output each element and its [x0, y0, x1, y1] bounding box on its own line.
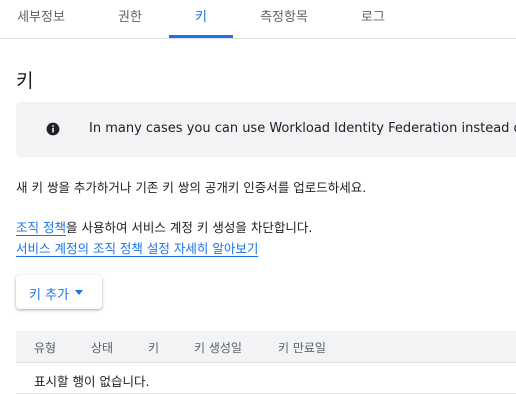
keys-description: 새 키 쌍을 추가하거나 기존 키 쌍의 공개키 인증서를 업로드하세요. [16, 180, 367, 195]
tab-keys[interactable]: 키 [169, 0, 233, 38]
add-key-button[interactable]: 키 추가 [16, 275, 102, 309]
add-key-label: 키 추가 [29, 288, 70, 303]
page-title: 키 [16, 70, 34, 92]
tab-bar: 세부정보 권한 키 측정항목 로그 [0, 0, 516, 39]
caret-down-icon [75, 290, 83, 295]
column-expires[interactable]: 키 만료일 [278, 339, 326, 356]
tab-logs[interactable]: 로그 [354, 0, 392, 38]
policy-text: 을 사용하여 서비스 계정 키 생성을 차단합니다. [65, 220, 313, 235]
column-created[interactable]: 키 생성일 [194, 339, 242, 356]
info-icon [46, 122, 60, 136]
info-banner: In many cases you can use Workload Ident… [16, 102, 516, 157]
keys-table-header: 유형 상태 키 키 생성일 키 만료일 [16, 331, 516, 363]
info-text: In many cases you can use Workload Ident… [89, 121, 516, 136]
tab-permissions[interactable]: 권한 [104, 0, 156, 38]
tab-details[interactable]: 세부정보 [14, 0, 68, 38]
tab-metrics[interactable]: 측정항목 [254, 0, 314, 38]
empty-message: 표시할 행이 없습니다. [34, 374, 150, 389]
column-status[interactable]: 상태 [91, 339, 113, 356]
column-key[interactable]: 키 [148, 339, 159, 356]
learn-more-link[interactable]: 서비스 계정의 조직 정책 설정 자세히 알아보기 [16, 238, 258, 257]
policy-line: 조직 정책을 사용하여 서비스 계정 키 생성을 차단합니다. [16, 217, 312, 236]
active-tab-indicator [169, 35, 233, 38]
org-policy-link[interactable]: 조직 정책 [16, 220, 66, 235]
column-type[interactable]: 유형 [34, 339, 56, 356]
table-empty-row: 표시할 행이 없습니다. [16, 363, 516, 394]
